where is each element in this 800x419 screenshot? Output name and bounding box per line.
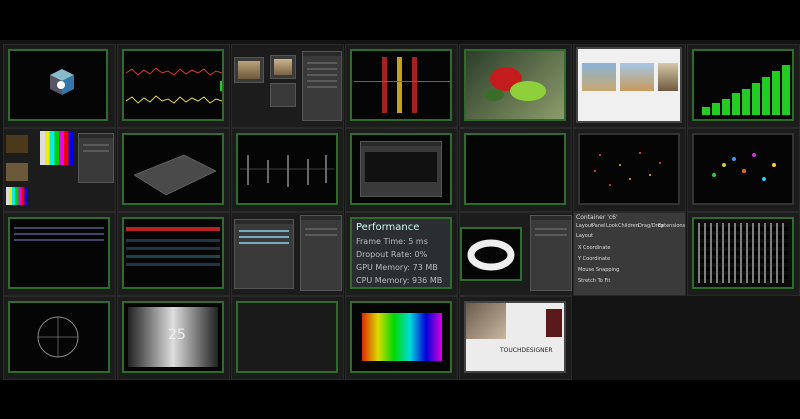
node-parameters[interactable]: Container 'c6' Layout Panel Look Childre… (573, 212, 686, 296)
flower-icon (484, 67, 546, 101)
text-window (234, 219, 294, 289)
node-dark[interactable] (459, 128, 572, 212)
viewer-frame (236, 301, 338, 373)
node-flower[interactable] (459, 44, 572, 128)
param-tabs: Layout Panel Look Children Drag/Drop Ext… (576, 223, 685, 231)
param-row: Y Coordinate (578, 256, 611, 262)
tab-children[interactable]: Children (618, 223, 639, 229)
section-layout: Layout (576, 233, 593, 239)
viewer-frame (122, 49, 224, 121)
waveform-icon (125, 67, 222, 104)
node-artwork[interactable]: TOUCHDESIGNER (459, 296, 572, 380)
node-scatter[interactable] (687, 128, 800, 212)
node-window-capture[interactable] (345, 128, 458, 212)
param-row: X Coordinate (578, 245, 611, 251)
viewer-frame (8, 301, 110, 373)
node-bars[interactable] (345, 44, 458, 128)
thumb-window (234, 57, 264, 83)
viewer-frame (464, 133, 566, 205)
tab-layout[interactable]: Layout (576, 223, 593, 229)
param-window (302, 51, 342, 121)
node-table[interactable] (3, 212, 116, 296)
node-thumbnails[interactable] (3, 128, 116, 212)
viewer-frame (122, 217, 224, 289)
param-panel-title: Container 'c6' (576, 214, 618, 221)
viewer-frame (122, 133, 224, 205)
thumb-window (270, 55, 296, 79)
param-window (78, 133, 114, 183)
dropout-rate-text: Dropout Rate: 0% (356, 250, 428, 259)
node-list[interactable] (117, 212, 230, 296)
node-colorful[interactable] (345, 296, 458, 380)
viewer-frame (692, 217, 794, 289)
performance-panel: Performance Frame Time: 5 ms Dropout Rat… (350, 217, 452, 289)
color-bars-thumb (6, 187, 28, 205)
node-gradient[interactable]: 25 (117, 296, 230, 380)
grid-surface-icon (133, 154, 217, 196)
param-window (300, 215, 342, 291)
gpu-memory-text: GPU Memory: 73 MB (356, 263, 438, 272)
cpu-memory-text: CPU Memory: 936 MB (356, 276, 443, 285)
bar-chart-icon (702, 65, 790, 115)
param-row: Stretch To Fit (578, 278, 611, 284)
perf-title: Performance (356, 222, 420, 233)
gradient-number: 25 (168, 327, 186, 343)
node-cube[interactable] (3, 44, 116, 128)
captured-window (360, 141, 442, 197)
particles-icon (594, 152, 661, 186)
viewer-frame (578, 133, 680, 205)
tab-panel[interactable]: Panel (592, 223, 606, 229)
viewer-frame (460, 227, 522, 281)
node-gallery[interactable] (573, 44, 686, 128)
viewer-frame (8, 217, 110, 289)
tab-extensions[interactable]: Extensions (658, 223, 685, 229)
network-canvas[interactable]: Performance Frame Time: 5 ms Dropout Rat… (0, 40, 800, 380)
node-bar-graph[interactable] (687, 44, 800, 128)
node-image-grid[interactable] (231, 44, 344, 128)
viewer-frame (350, 49, 452, 121)
butterfly-thumb (6, 163, 28, 181)
viewer-frame (576, 47, 682, 123)
radial-icon (37, 316, 79, 358)
viewer-frame (350, 301, 452, 373)
color-bars-thumb (40, 131, 74, 165)
node-3d-grid[interactable] (117, 128, 230, 212)
viewer-frame (692, 49, 794, 121)
viewer-frame (692, 133, 794, 205)
scatter-icon (712, 153, 776, 181)
viewer-frame: TOUCHDESIGNER (464, 301, 566, 373)
node-torus[interactable] (459, 212, 572, 296)
thumb-window (270, 83, 296, 107)
viewer-frame (236, 133, 338, 205)
node-textport[interactable] (231, 212, 344, 296)
viewer-frame: 25 (122, 301, 224, 373)
node-particles[interactable] (573, 128, 686, 212)
torus-icon (467, 239, 515, 271)
moon-thumb (6, 135, 28, 153)
tab-look[interactable]: Look (606, 223, 618, 229)
node-ticks[interactable] (231, 128, 344, 212)
param-window (530, 215, 572, 291)
node-radial[interactable] (3, 296, 116, 380)
node-waveform[interactable] (117, 44, 230, 128)
node-performance[interactable]: Performance Frame Time: 5 ms Dropout Rat… (345, 212, 458, 296)
viewer-frame (8, 49, 108, 121)
cube-icon (50, 69, 74, 95)
frame-time-text: Frame Time: 5 ms (356, 237, 428, 246)
tick-pattern-icon (240, 155, 334, 187)
viewer-frame (350, 133, 452, 205)
viewer-frame (464, 49, 566, 121)
param-row: Mouse Snapping (578, 267, 620, 273)
node-glyphs[interactable] (687, 212, 800, 296)
gallery-footer-text: TOUCHDESIGNER (500, 347, 553, 354)
node-empty[interactable] (231, 296, 344, 380)
